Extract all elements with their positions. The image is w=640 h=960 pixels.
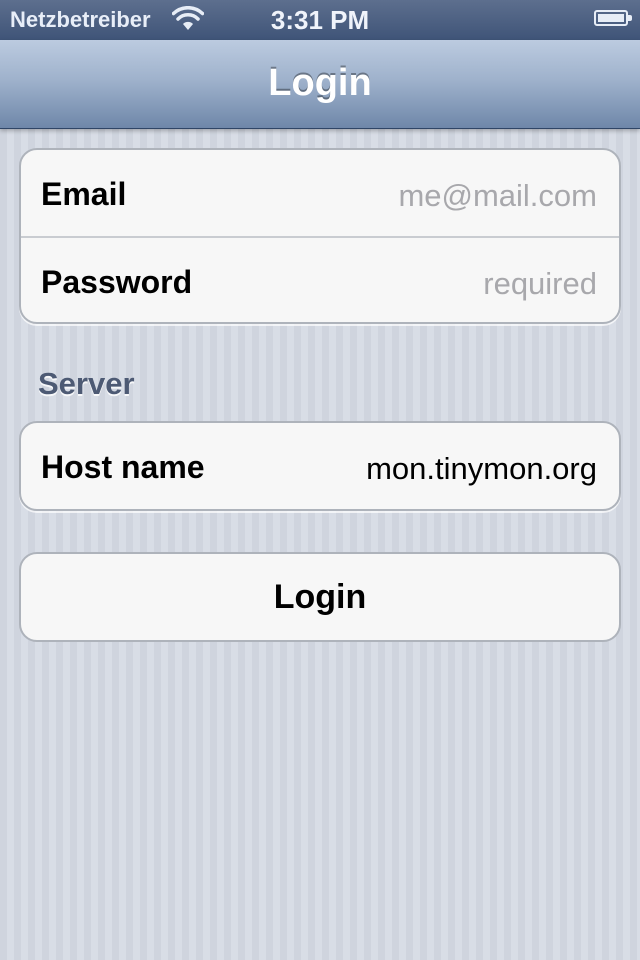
email-row[interactable]: Email me@mail.com (21, 150, 619, 236)
email-label: Email (41, 176, 127, 212)
server-section-header: Server (38, 366, 135, 401)
page-title: Login (268, 62, 372, 104)
login-button[interactable]: Login (19, 552, 621, 642)
email-field[interactable]: me@mail.com (398, 178, 597, 214)
status-bar: Netzbetreiber 3:31 PM (0, 0, 640, 40)
password-row[interactable]: Password required (21, 236, 619, 322)
password-label: Password (41, 264, 193, 300)
battery-icon (594, 10, 632, 26)
host-row[interactable]: Host name mon.tinymon.org (21, 423, 619, 509)
server-group: Host name mon.tinymon.org (19, 421, 621, 511)
credentials-group: Email me@mail.com Password required (19, 148, 621, 324)
password-field[interactable]: required (483, 266, 597, 302)
status-time: 3:31 PM (270, 5, 370, 35)
host-label: Host name (41, 449, 205, 485)
host-field[interactable]: mon.tinymon.org (366, 451, 597, 487)
navigation-bar: Login (0, 40, 640, 129)
